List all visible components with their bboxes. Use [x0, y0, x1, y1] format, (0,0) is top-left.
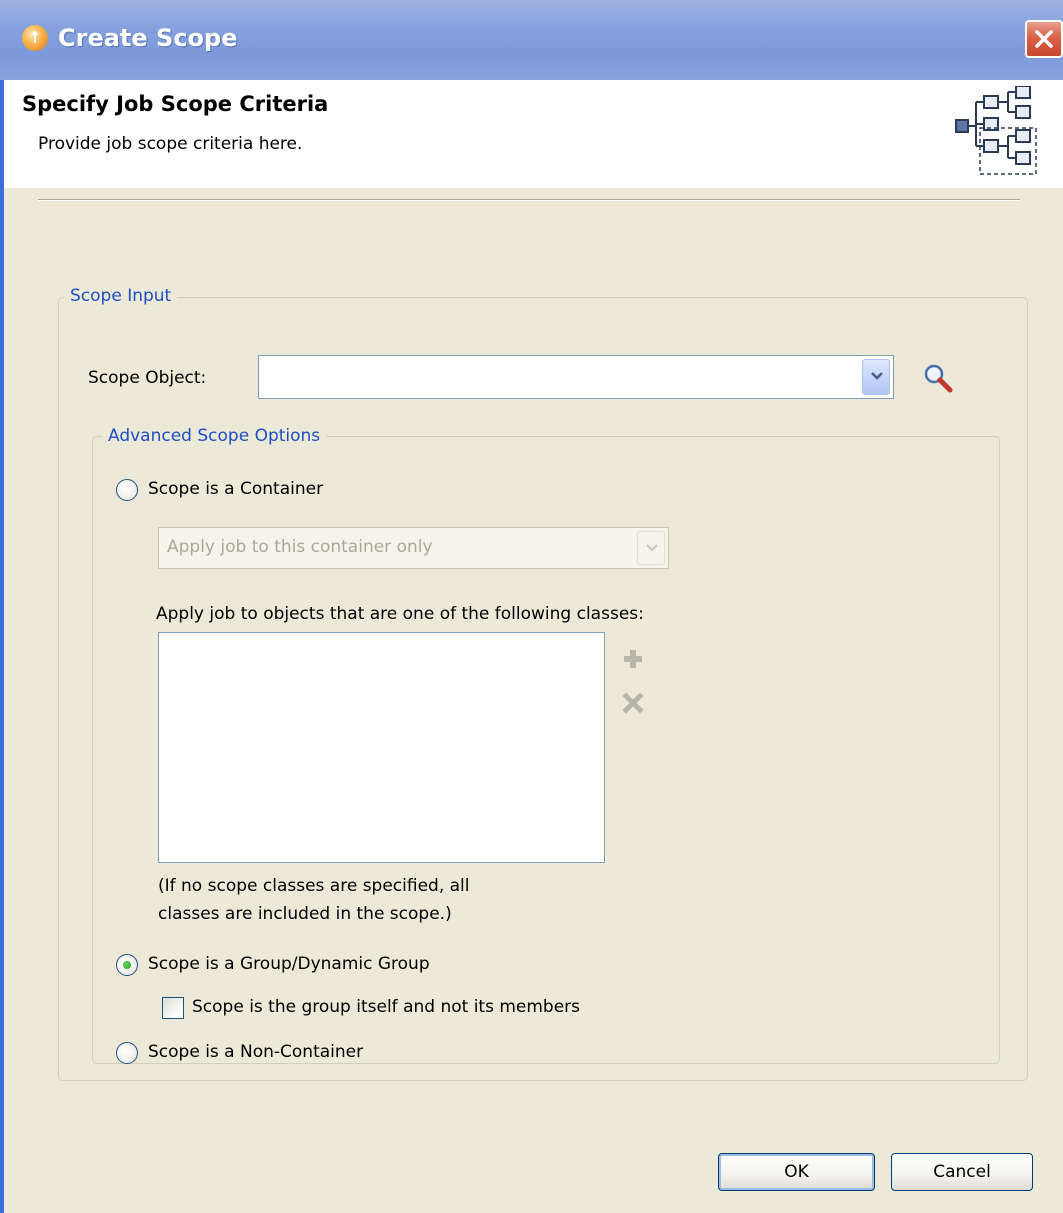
classes-note-line2: classes are included in the scope.) — [158, 904, 452, 924]
scope-group-radio[interactable] — [116, 954, 138, 976]
page-subtitle: Provide job scope criteria here. — [38, 134, 303, 154]
scope-container-label[interactable]: Scope is a Container — [148, 479, 323, 499]
add-icon[interactable] — [622, 648, 644, 670]
apply-job-dropdown-button[interactable] — [637, 531, 665, 565]
magnifier-icon[interactable] — [922, 362, 954, 394]
group-itself-checkbox[interactable] — [162, 997, 184, 1019]
scope-object-label: Scope Object: — [88, 368, 207, 388]
scope-container-radio[interactable] — [116, 479, 138, 501]
title-bar[interactable]: ↑ Create Scope — [0, 0, 1063, 80]
scope-input-legend: Scope Input — [64, 286, 178, 306]
classes-label: Apply job to objects that are one of the… — [156, 604, 644, 624]
scope-classes-list[interactable] — [158, 632, 605, 863]
close-icon — [1035, 30, 1053, 48]
apply-job-select[interactable]: Apply job to this container only — [158, 527, 669, 569]
ok-button[interactable]: OK — [718, 1153, 875, 1191]
scope-noncontainer-radio[interactable] — [116, 1042, 138, 1064]
chevron-down-icon — [646, 544, 658, 552]
page-title: Specify Job Scope Criteria — [22, 92, 329, 116]
classes-note-line1: (If no scope classes are specified, all — [158, 876, 470, 896]
header-banner: Specify Job Scope Criteria Provide job s… — [4, 80, 1063, 188]
create-scope-dialog: ↑ Create Scope Specify Job Scope Criteri… — [0, 0, 1063, 1213]
window-title: Create Scope — [58, 24, 238, 52]
close-button[interactable] — [1025, 20, 1063, 58]
advanced-scope-legend: Advanced Scope Options — [102, 426, 327, 446]
scope-object-dropdown-button[interactable] — [862, 359, 890, 395]
hierarchy-tree-icon — [955, 86, 1037, 175]
chevron-down-icon — [871, 372, 883, 380]
cancel-button[interactable]: Cancel — [891, 1153, 1033, 1191]
remove-icon[interactable] — [622, 692, 644, 714]
apply-job-select-value: Apply job to this container only — [167, 537, 433, 557]
scope-object-combobox[interactable] — [258, 355, 894, 399]
scope-app-icon: ↑ — [22, 25, 48, 51]
scope-group-label[interactable]: Scope is a Group/Dynamic Group — [148, 954, 430, 974]
scope-noncontainer-label[interactable]: Scope is a Non-Container — [148, 1042, 363, 1062]
group-itself-label[interactable]: Scope is the group itself and not its me… — [192, 997, 580, 1017]
header-separator — [38, 199, 1020, 201]
